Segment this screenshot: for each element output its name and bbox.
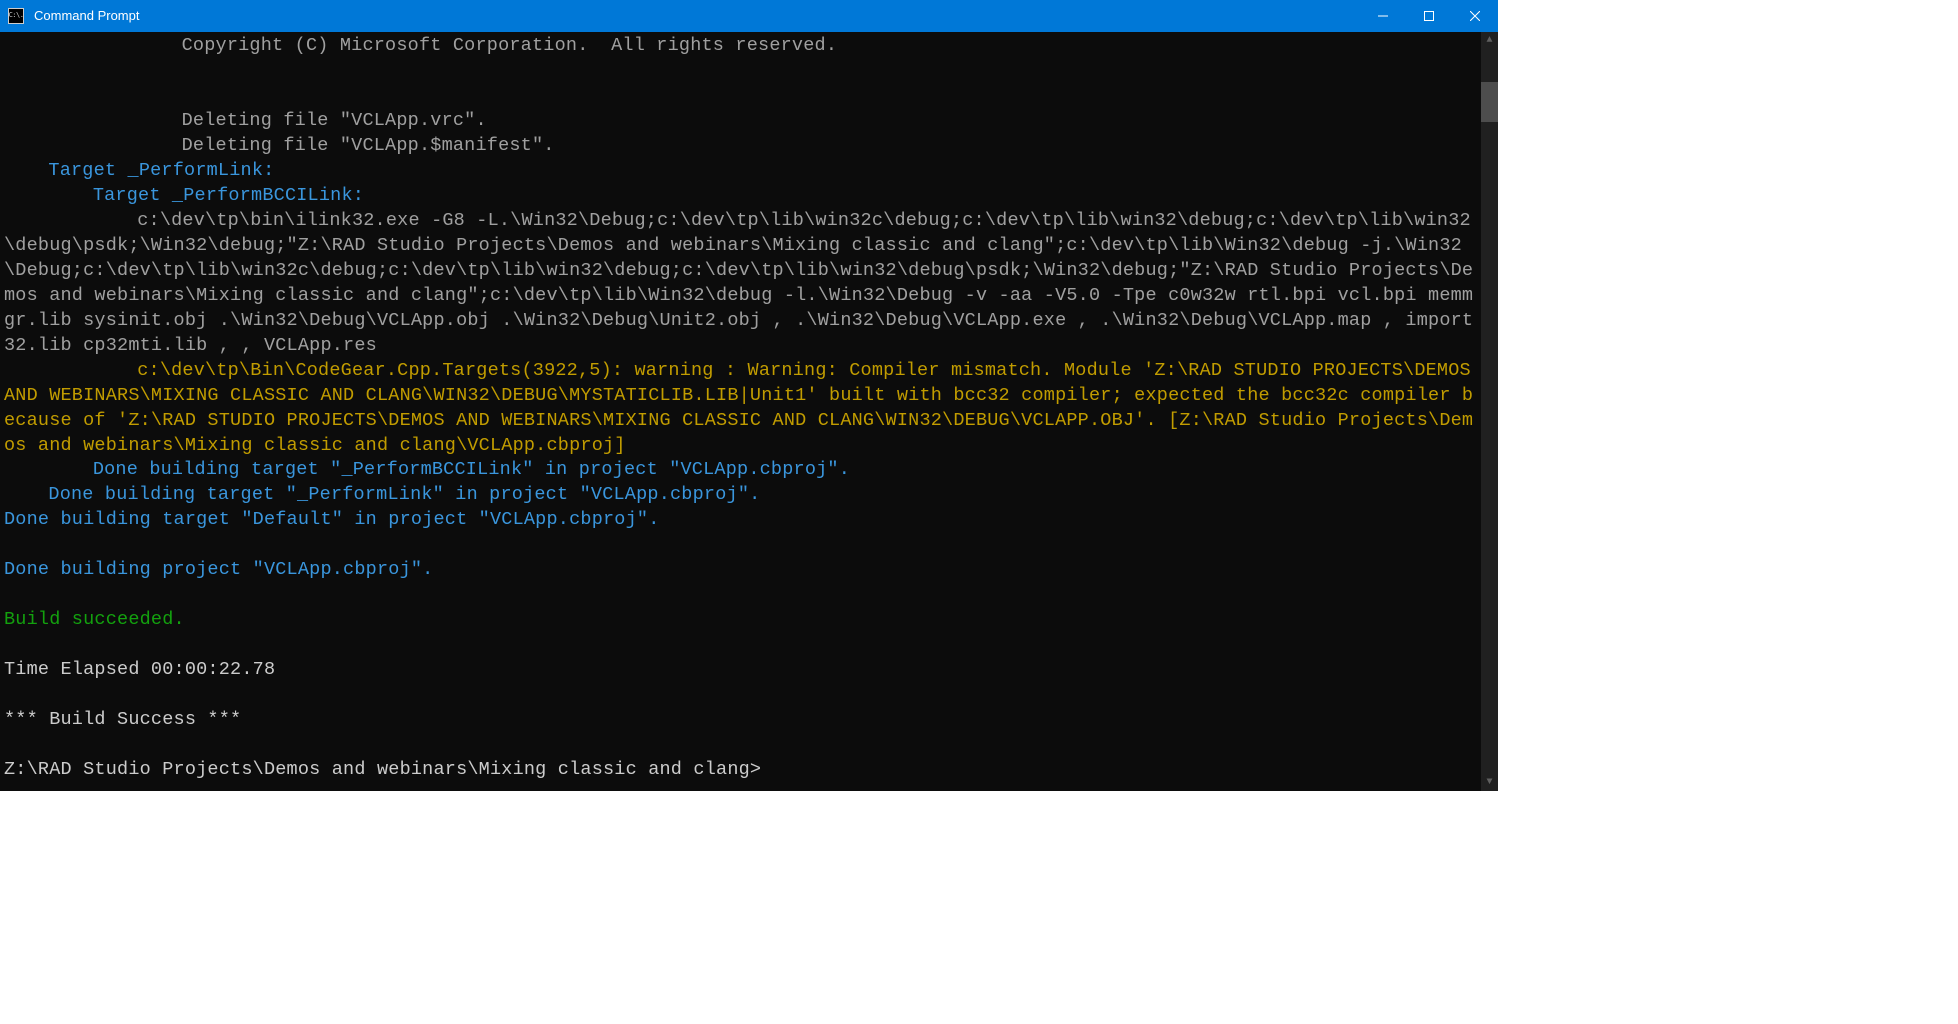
scroll-down-button[interactable]: ▼ [1481, 774, 1498, 791]
output-line: Deleting file "VCLApp.vrc". [182, 110, 487, 131]
output-line: Done building project "VCLApp.cbproj". [4, 559, 433, 580]
output-line: Time Elapsed 00:00:22.78 [4, 659, 275, 680]
build-success-line: *** Build Success *** [4, 709, 241, 730]
maximize-icon [1424, 11, 1434, 21]
output-line: Done building target "_PerformLink" in p… [48, 484, 760, 505]
vertical-scrollbar[interactable]: ▲ ▼ [1481, 32, 1498, 791]
minimize-button[interactable] [1360, 0, 1406, 32]
compiler-warning: c:\dev\tp\Bin\CodeGear.Cpp.Targets(3922,… [4, 360, 1481, 456]
build-succeeded-line: Build succeeded. [4, 609, 185, 630]
output-line: Done building target "Default" in projec… [4, 509, 660, 530]
output-line: Copyright (C) Microsoft Corporation. All… [182, 35, 838, 56]
close-icon [1470, 11, 1480, 21]
output-line: Target _PerformBCCILink: [93, 185, 364, 206]
minimize-icon [1378, 11, 1388, 21]
window-controls [1360, 0, 1498, 32]
close-button[interactable] [1452, 0, 1498, 32]
maximize-button[interactable] [1406, 0, 1452, 32]
app-icon: C:\. [8, 8, 24, 24]
scroll-up-button[interactable]: ▲ [1481, 32, 1498, 49]
titlebar[interactable]: C:\. Command Prompt [0, 0, 1498, 32]
output-line: c:\dev\tp\bin\ilink32.exe -G8 -L.\Win32\… [4, 210, 1473, 356]
command-prompt-window: C:\. Command Prompt Copyright (C) Micros… [0, 0, 1498, 791]
output-warning-line: c:\dev\tp\Bin\CodeGear.Cpp.Targets(3922,… [4, 360, 1481, 456]
output-line: Done building target "_PerformBCCILink" … [93, 459, 850, 480]
client-area: Copyright (C) Microsoft Corporation. All… [0, 32, 1498, 791]
scroll-thumb[interactable] [1481, 82, 1498, 122]
output-line: Deleting file "VCLApp.$manifest". [182, 135, 555, 156]
window-title: Command Prompt [32, 7, 1360, 25]
prompt-line[interactable]: Z:\RAD Studio Projects\Demos and webinar… [4, 759, 761, 780]
ilink-command: c:\dev\tp\bin\ilink32.exe -G8 -L.\Win32\… [4, 210, 1473, 356]
output-line: Target _PerformLink: [48, 160, 274, 181]
terminal-output[interactable]: Copyright (C) Microsoft Corporation. All… [0, 32, 1481, 791]
